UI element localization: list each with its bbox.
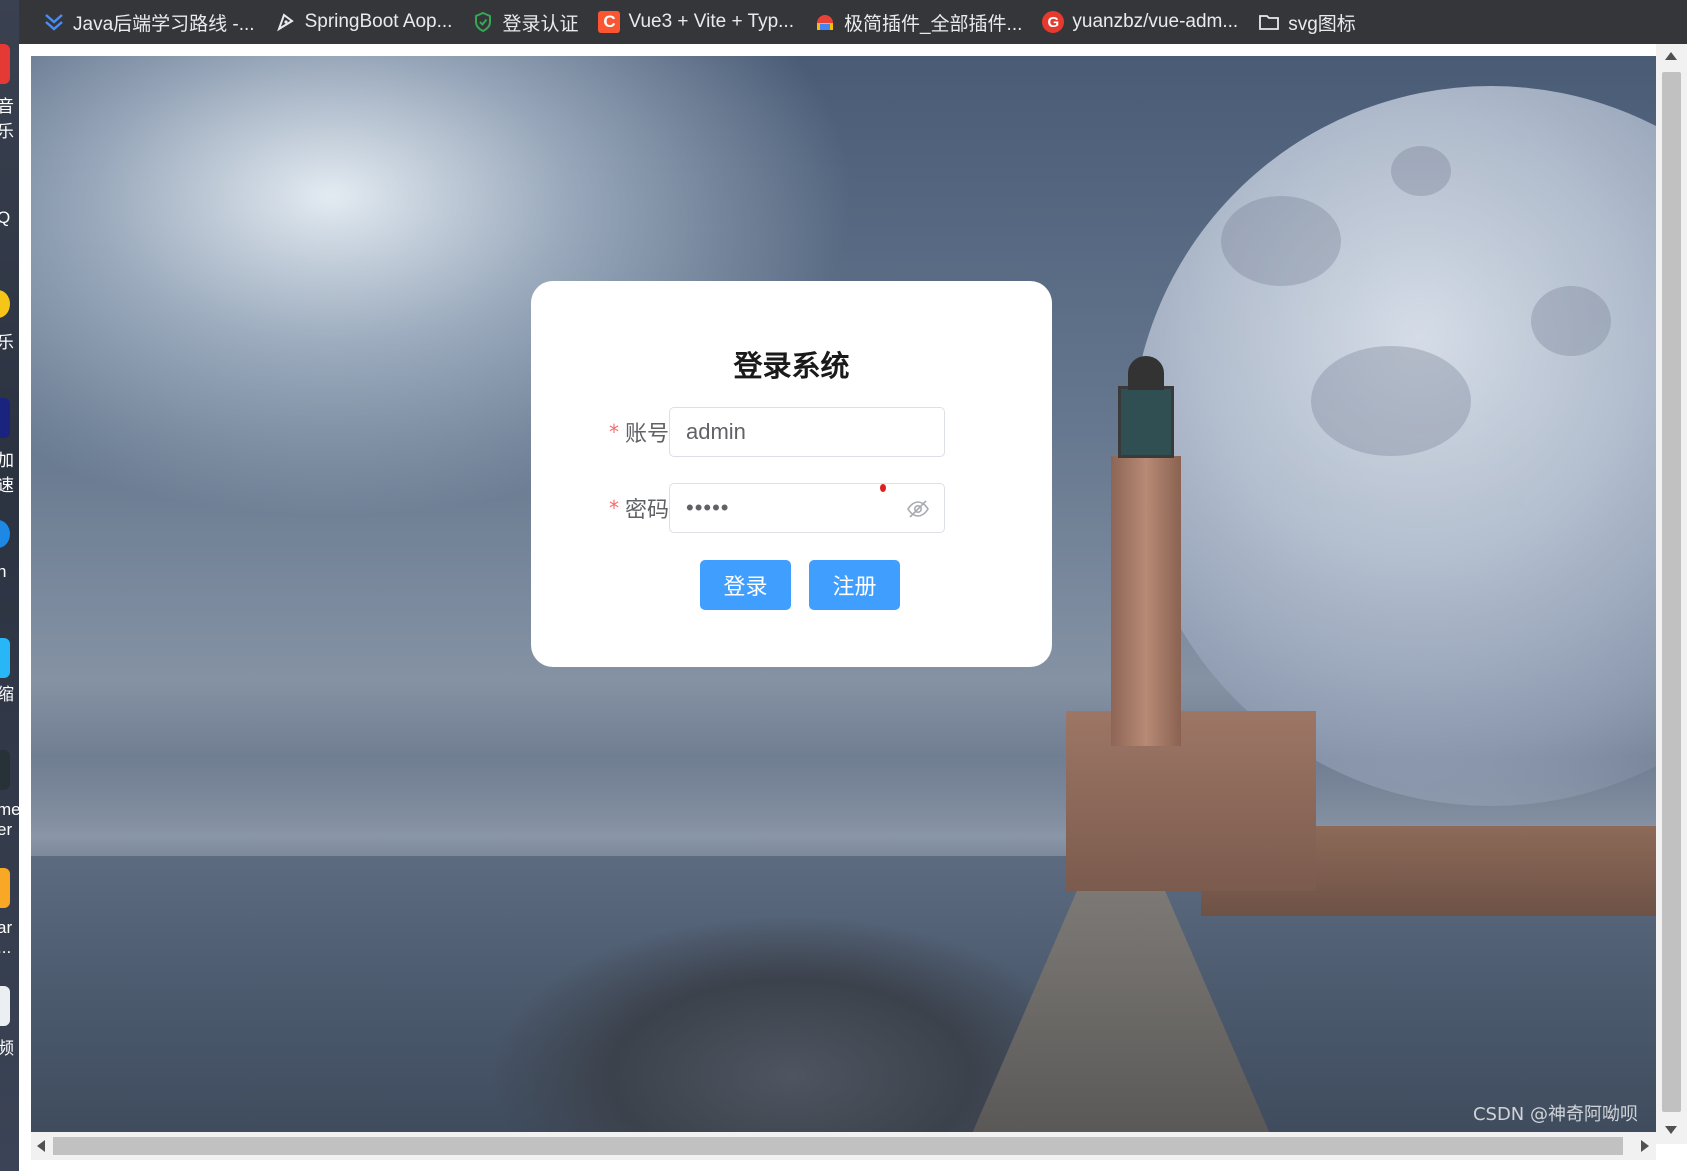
bookmark-vue-admin[interactable]: G yuanzbz/vue-adm... [1034,7,1250,37]
bookmark-label: svg图标 [1288,13,1356,35]
login-button[interactable]: 登录 [700,560,791,610]
vertical-scroll-thumb[interactable] [1662,72,1681,1112]
desktop-label: n [0,562,7,581]
desktop-label: ar ... [0,918,13,957]
lighthouse-lamp-illustration [1118,386,1174,458]
cursor-marker [880,484,886,492]
desktop-app-icon[interactable] [0,868,10,908]
desktop-label: 乐 [0,333,14,352]
account-label: * 账号 [591,416,669,448]
lighthouse-base-illustration [1066,711,1316,891]
desktop-label: 频 [0,1039,14,1058]
horizontal-scroll-thumb[interactable] [53,1137,1623,1155]
csdn-c-icon: C [598,11,621,33]
scroll-down-arrow-icon[interactable] [1665,1126,1677,1134]
moon-illustration [1131,86,1656,806]
password-form-row: * 密码 [591,483,669,533]
desktop-label: me er [0,800,19,839]
desktop-app-icon[interactable] [0,290,10,318]
eye-slash-icon[interactable] [906,497,930,521]
bookmark-springboot-aop[interactable]: SpringBoot Aop... [267,7,465,37]
bookmarks-bar: Java后端学习路线 -... SpringBoot Aop... 登录认证 C… [19,0,1687,44]
login-title: 登录系统 [733,349,850,383]
bookmark-label: Vue3 + Vite + Typ... [628,11,794,32]
chrome-puzzle-icon [814,11,836,33]
desktop-app-icon[interactable] [0,44,10,84]
desktop-label: 音乐 [0,97,14,141]
folder-icon [1258,11,1280,33]
password-label: * 密码 [591,492,669,524]
bookmark-minimal-plugins[interactable]: 极简插件_全部插件... [806,7,1034,37]
scroll-left-arrow-icon[interactable] [37,1140,45,1152]
browser-viewport: 登录系统 * 账号 admin * 密码 ••••• 登录 注册 CSDN @神… [19,44,1687,1171]
desktop-app-icon[interactable] [0,986,10,1026]
shield-icon [472,11,494,33]
horizontal-scrollbar[interactable] [31,1132,1656,1160]
bookmark-label: SpringBoot Aop... [304,11,453,32]
bookmark-label: yuanzbz/vue-adm... [1072,11,1239,32]
bookmark-java-roadmap[interactable]: Java后端学习路线 -... [35,7,267,37]
scroll-up-arrow-icon[interactable] [1665,52,1677,60]
desktop-label: Q [0,208,11,227]
account-form-row: * 账号 [591,407,669,457]
desktop-app-icon[interactable] [0,638,10,678]
bookmark-vue3-vite[interactable]: C Vue3 + Vite + Typ... [590,7,806,37]
password-input-value: ••••• [686,495,730,520]
bookmark-label: Java后端学习路线 -... [73,13,255,35]
password-input[interactable]: ••••• [669,483,945,533]
password-label-text: 密码 [624,498,669,523]
gitee-g-icon: G [1042,11,1065,33]
desktop-label: 加速 [0,451,14,495]
lighthouse-dome-illustration [1128,356,1164,390]
account-label-text: 账号 [624,422,669,447]
scroll-right-arrow-icon[interactable] [1641,1140,1649,1152]
account-input[interactable]: admin [669,407,945,457]
desktop-app-icon[interactable] [0,750,10,790]
required-asterisk: * [608,496,619,520]
desktop-icon-strip: 音乐 Q 乐 加速 n 缩 me er ar ... 频 [0,0,19,1171]
bookmark-login-auth[interactable]: 登录认证 [464,7,590,37]
required-asterisk: * [608,420,619,444]
double-chevron-icon [43,11,65,33]
login-card: 登录系统 * 账号 admin * 密码 ••••• 登录 注册 [531,281,1052,667]
lighthouse-tower-illustration [1111,456,1181,746]
bookmark-label: 极简插件_全部插件... [843,13,1023,35]
bookmark-label: 登录认证 [502,13,579,35]
login-page-background: 登录系统 * 账号 admin * 密码 ••••• 登录 注册 CSDN @神… [31,56,1656,1132]
vertical-scrollbar[interactable] [1656,44,1687,1144]
desktop-app-icon[interactable] [0,398,10,438]
csdn-watermark: CSDN @神奇阿呦呗 [1472,1104,1638,1125]
bookmark-folder-svg-icons[interactable]: svg图标 [1250,7,1368,37]
account-input-value: admin [686,419,746,444]
register-button[interactable]: 注册 [809,560,900,610]
pen-nib-icon [275,11,297,33]
desktop-app-icon[interactable] [0,520,10,548]
desktop-label: 缩 [0,685,14,704]
